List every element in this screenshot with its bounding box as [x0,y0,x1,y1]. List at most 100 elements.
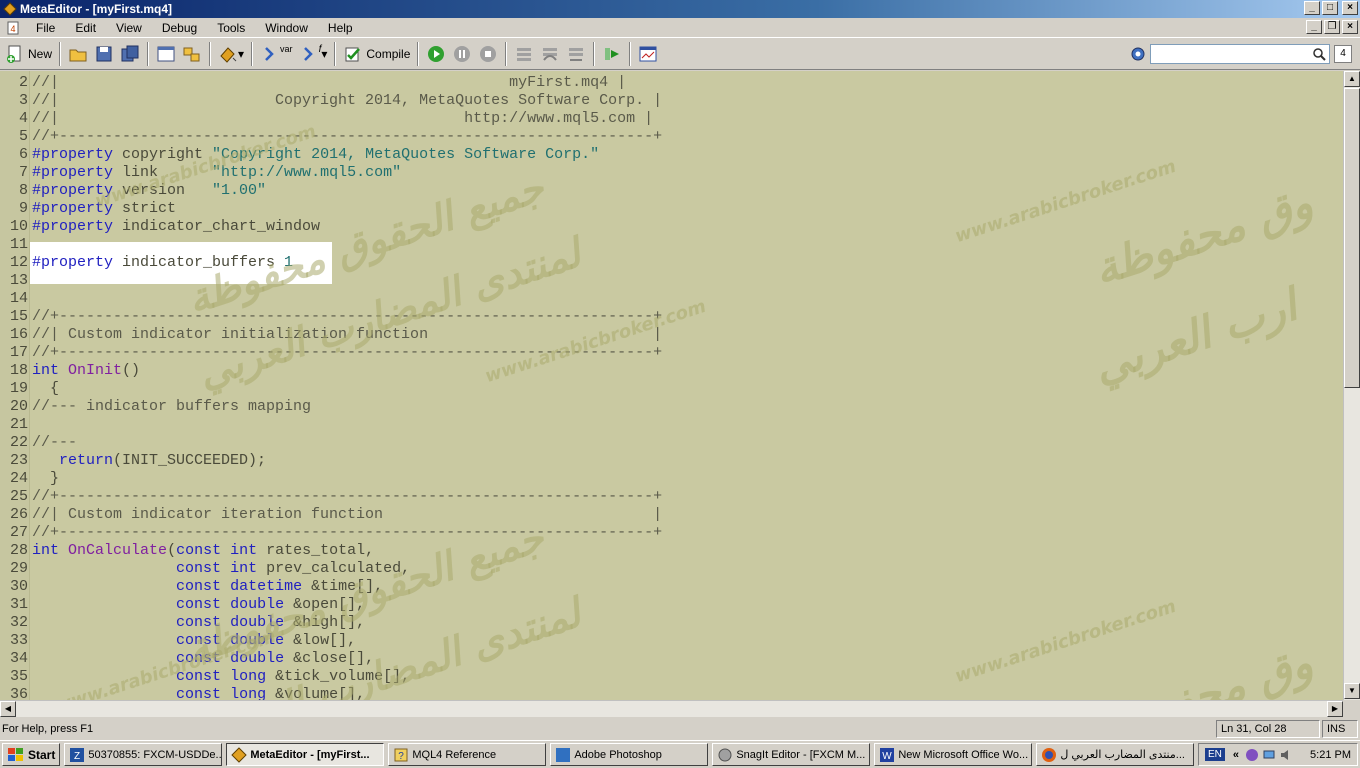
terminal-button[interactable] [635,41,661,67]
search-icon[interactable] [1312,47,1326,61]
code-text: //+-------------------------------------… [32,308,663,325]
task-word[interactable]: W New Microsoft Office Wo... [874,743,1033,766]
search-input[interactable] [1150,44,1330,64]
code-line[interactable]: 26//| Custom indicator iteration functio… [0,506,1343,524]
code-line[interactable]: 3//| Copyright 2014, MetaQuotes Software… [0,92,1343,110]
go-to-button[interactable] [599,41,625,67]
task-fxcm[interactable]: Z 50370855: FXCM-USDDe... [64,743,223,766]
code-line[interactable]: 33 const double &low[], [0,632,1343,650]
search-count[interactable]: 4 [1334,45,1352,63]
code-line[interactable]: 20//--- indicator buffers mapping [0,398,1343,416]
line-number: 21 [9,416,28,433]
menu-edit[interactable]: Edit [65,21,106,35]
code-line[interactable]: 29 const int prev_calculated, [0,560,1343,578]
new-button[interactable]: New [2,41,55,67]
minimize-button[interactable]: _ [1304,1,1320,15]
task-photoshop[interactable]: Adobe Photoshop [550,743,709,766]
menu-tools[interactable]: Tools [207,21,255,35]
metaeditor-app-icon[interactable] [3,2,17,16]
code-line[interactable]: 32 const double &high[], [0,614,1343,632]
doc-minimize-button[interactable]: _ [1306,20,1322,34]
code-line[interactable]: 14 [0,290,1343,308]
code-line[interactable]: 28 int OnCalculate(const int rates_total, [0,542,1343,560]
menu-view[interactable]: View [106,21,152,35]
pause-debug-button[interactable] [449,41,475,67]
save-button[interactable] [91,41,117,67]
code-line[interactable]: 31 const double &open[], [0,596,1343,614]
code-line[interactable]: 11 [0,236,1343,254]
scroll-left-icon[interactable]: ◀ [0,701,16,717]
code-line[interactable]: 25//+-----------------------------------… [0,488,1343,506]
task-metaeditor[interactable]: MetaEditor - [myFirst... [226,743,385,766]
scroll-up-icon[interactable]: ▲ [1344,71,1360,87]
line-number: 23 [9,452,28,469]
step-out-icon [569,48,584,61]
menu-file[interactable]: File [26,21,65,35]
scroll-right-icon[interactable]: ▶ [1327,701,1343,717]
code-line[interactable]: 5//+------------------------------------… [0,128,1343,146]
code-line[interactable]: 9 #property strict [0,200,1343,218]
code-line[interactable]: 30 const datetime &time[], [0,578,1343,596]
code-line[interactable]: 2//| myFirst.mq4 | [0,74,1343,92]
code-line[interactable]: 10 #property indicator_chart_window [0,218,1343,236]
gear-icon[interactable] [1128,44,1148,64]
code-line[interactable]: 36 const long &volume[], [0,686,1343,700]
show-hidden-icons-button[interactable]: « [1233,749,1239,761]
task-snagit[interactable]: SnagIt Editor - [FXCM M... [712,743,871,766]
code-line[interactable]: 4//| http://www.mql5.com | [0,110,1343,128]
title-bar: MetaEditor - [myFirst.mq4] _ □ × [0,0,1360,18]
code-line[interactable]: 21 [0,416,1343,434]
code-line[interactable]: 13 [0,272,1343,290]
code-line[interactable]: 16//| Custom indicator initialization fu… [0,326,1343,344]
menu-debug[interactable]: Debug [152,21,207,35]
code-line[interactable]: 7 #property link "http://www.mql5.com" [0,164,1343,182]
code-line[interactable]: 19 { [0,380,1343,398]
code-line[interactable]: 8 #property version "1.00" [0,182,1343,200]
volume-icon[interactable] [1279,748,1293,762]
doc-close-button[interactable]: × [1342,20,1358,34]
code-line[interactable]: 34 const double &close[], [0,650,1343,668]
step-over-button[interactable] [537,41,563,67]
vertical-scroll-thumb[interactable] [1344,88,1360,388]
scroll-down-icon[interactable]: ▼ [1344,683,1360,699]
code-line[interactable]: 17//+-----------------------------------… [0,344,1343,362]
navigator-button[interactable] [153,41,179,67]
stop-debug-button[interactable] [475,41,501,67]
maximize-button[interactable]: □ [1322,1,1338,15]
menu-help[interactable]: Help [318,21,363,35]
step-into-button[interactable] [511,41,537,67]
code-line[interactable]: 6 #property copyright "Copyright 2014, Me… [0,146,1343,164]
code-line[interactable]: 22//--- [0,434,1343,452]
task-firefox[interactable]: منتدى المضارب العربي ل... [1036,743,1195,766]
save-all-button[interactable] [117,41,143,67]
menu-window[interactable]: Window [255,21,318,35]
code-editor[interactable]: 2//| myFirst.mq4 | 3//| Copyright 2014, M… [0,71,1343,700]
close-button[interactable]: × [1342,1,1358,15]
styler-button[interactable]: ▾ [215,41,247,67]
open-button[interactable] [65,41,91,67]
code-line[interactable]: 23 return(INIT_SUCCEEDED); [0,452,1343,470]
start-button[interactable]: Start [2,743,61,766]
language-indicator[interactable]: EN [1205,748,1225,761]
horizontal-scrollbar[interactable]: ◀ ▶ [0,700,1343,717]
network-icon[interactable] [1262,748,1276,762]
document-icon[interactable]: 4 [6,21,20,35]
step-out-button[interactable] [563,41,589,67]
vertical-scrollbar[interactable]: ▲ ▼ [1343,71,1360,700]
toolbox-button[interactable] [179,41,205,67]
viber-icon[interactable] [1245,748,1259,762]
start-debug-button[interactable] [423,41,449,67]
doc-restore-button[interactable]: ❐ [1324,20,1340,34]
insert-function-button[interactable]: f ▾ [296,41,331,67]
code-line[interactable]: 24 } [0,470,1343,488]
task-mql4-reference[interactable]: ? MQL4 Reference [388,743,547,766]
compile-button[interactable]: Compile [340,41,413,67]
insert-variable-button[interactable]: var [257,41,296,67]
code-line[interactable]: 35 const long &tick_volume[], [0,668,1343,686]
code-line[interactable]: 18 int OnInit() [0,362,1343,380]
code-line[interactable]: 15//+-----------------------------------… [0,308,1343,326]
code-line[interactable]: 27//+-----------------------------------… [0,524,1343,542]
code-line[interactable]: 12 #property indicator_buffers 1 [0,254,1343,272]
clock[interactable]: 5:21 PM [1310,749,1351,761]
task-label: New Microsoft Office Wo... [898,748,1029,761]
